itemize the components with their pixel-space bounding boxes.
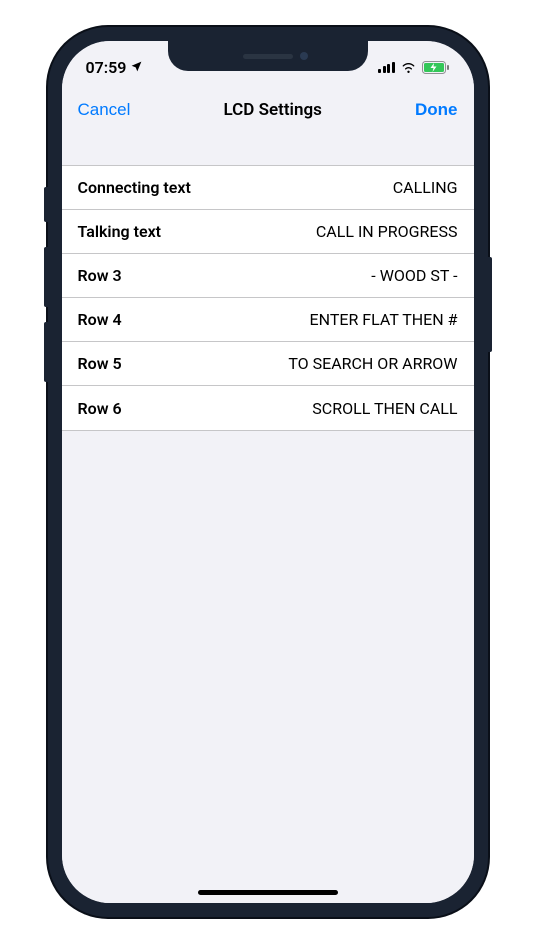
table-row-5[interactable]: Row 5 TO SEARCH OR ARROW bbox=[62, 342, 474, 386]
row-value: SCROLL THEN CALL bbox=[312, 399, 457, 418]
phone-volume-down bbox=[44, 322, 48, 382]
notch-speaker bbox=[243, 54, 293, 59]
location-arrow-icon bbox=[130, 58, 143, 77]
table-row-4[interactable]: Row 4 ENTER FLAT THEN # bbox=[62, 298, 474, 342]
table-row-3[interactable]: Row 3 - WOOD ST - bbox=[62, 254, 474, 298]
row-label: Row 4 bbox=[78, 310, 122, 329]
done-button[interactable]: Done bbox=[415, 100, 458, 120]
page-title: LCD Settings bbox=[224, 100, 322, 120]
status-right bbox=[378, 58, 450, 77]
phone-power-button bbox=[488, 257, 492, 352]
phone-volume-up bbox=[44, 247, 48, 307]
phone-notch bbox=[168, 41, 368, 71]
row-label: Row 5 bbox=[78, 354, 122, 373]
signal-icon bbox=[378, 62, 395, 73]
row-value: TO SEARCH OR ARROW bbox=[288, 354, 457, 373]
status-left: 07:59 bbox=[86, 58, 144, 77]
notch-camera bbox=[300, 52, 308, 60]
wifi-icon bbox=[400, 58, 417, 77]
nav-bar: Cancel LCD Settings Done bbox=[62, 85, 474, 135]
content-area[interactable]: Connecting text CALLING Talking text CAL… bbox=[62, 135, 474, 903]
phone-screen: 07:59 bbox=[62, 41, 474, 903]
home-indicator[interactable] bbox=[198, 890, 338, 895]
settings-table: Connecting text CALLING Talking text CAL… bbox=[62, 165, 474, 431]
row-value: CALL IN PROGRESS bbox=[316, 222, 458, 241]
battery-icon bbox=[422, 61, 450, 74]
row-value: - WOOD ST - bbox=[371, 266, 457, 285]
cancel-button[interactable]: Cancel bbox=[78, 100, 131, 120]
table-row-talking[interactable]: Talking text CALL IN PROGRESS bbox=[62, 210, 474, 254]
phone-frame: 07:59 bbox=[48, 27, 488, 917]
row-value: ENTER FLAT THEN # bbox=[310, 310, 458, 329]
row-label: Row 3 bbox=[78, 266, 122, 285]
row-value: CALLING bbox=[393, 178, 458, 197]
status-time: 07:59 bbox=[86, 58, 127, 77]
table-row-6[interactable]: Row 6 SCROLL THEN CALL bbox=[62, 386, 474, 430]
row-label: Row 6 bbox=[78, 399, 122, 418]
phone-mute-switch bbox=[44, 187, 48, 222]
row-label: Connecting text bbox=[78, 178, 191, 197]
row-label: Talking text bbox=[78, 222, 162, 241]
table-row-connecting[interactable]: Connecting text CALLING bbox=[62, 166, 474, 210]
